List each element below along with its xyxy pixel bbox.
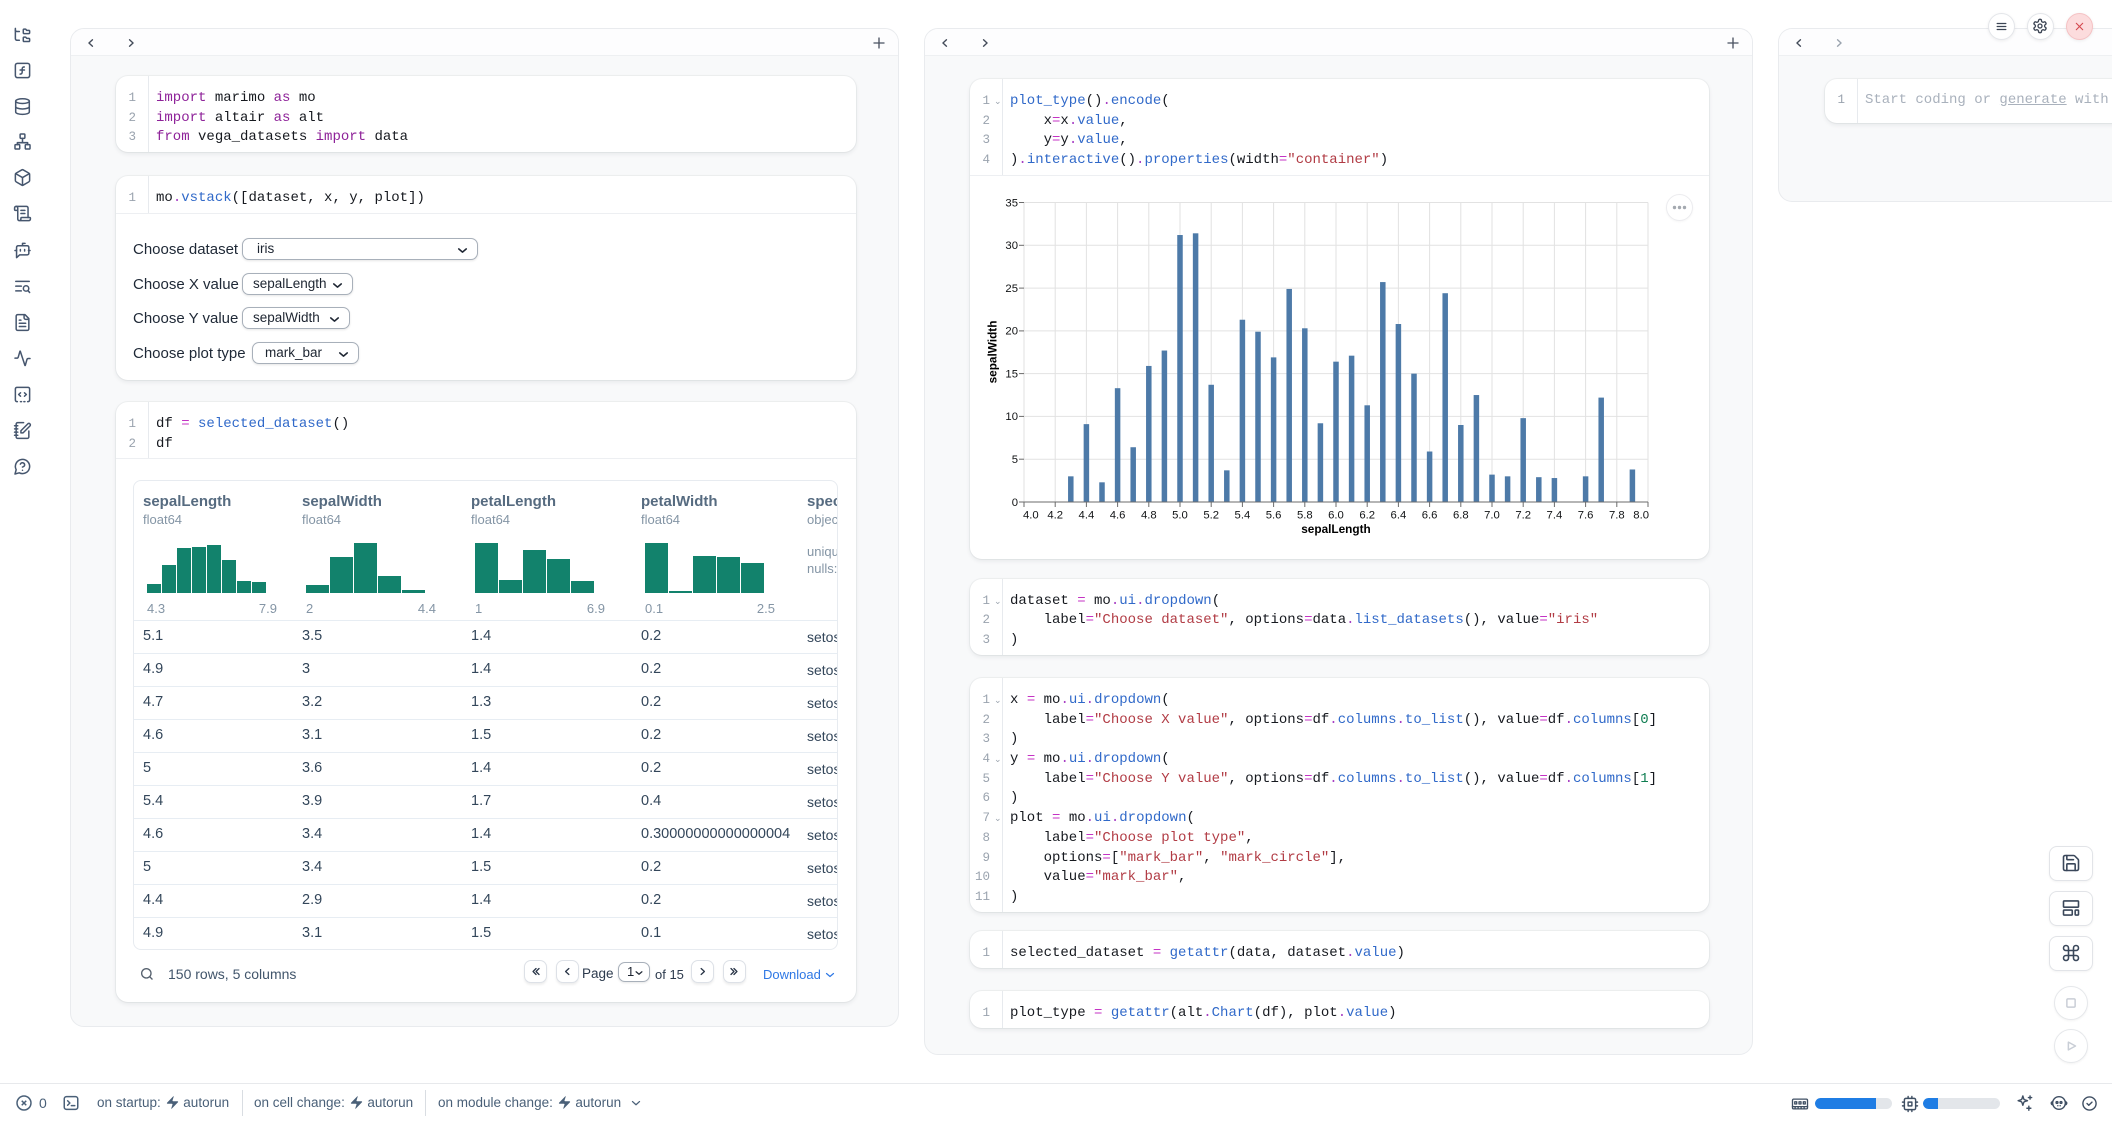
svg-text:6.6: 6.6 [1422,510,1438,522]
svg-text:5.6: 5.6 [1266,510,1282,522]
svg-text:5.0: 5.0 [1172,510,1188,522]
svg-text:5.2: 5.2 [1203,510,1219,522]
svg-text:4.6: 4.6 [1110,510,1126,522]
svg-text:sepalLength: sepalLength [1301,522,1370,536]
svg-text:10: 10 [1005,411,1018,423]
svg-text:25: 25 [1005,283,1018,295]
svg-text:4.8: 4.8 [1141,510,1157,522]
svg-text:6.4: 6.4 [1391,510,1407,522]
svg-text:4.0: 4.0 [1023,510,1039,522]
svg-text:6.2: 6.2 [1359,510,1375,522]
svg-text:35: 35 [1005,197,1018,209]
svg-text:15: 15 [1005,368,1018,380]
svg-text:30: 30 [1005,240,1018,252]
svg-text:sepalWidth: sepalWidth [986,321,1000,384]
svg-text:7.0: 7.0 [1484,510,1500,522]
svg-text:6.8: 6.8 [1453,510,1469,522]
svg-text:7.8: 7.8 [1609,510,1625,522]
svg-text:20: 20 [1005,326,1018,338]
svg-text:7.6: 7.6 [1578,510,1594,522]
svg-text:7.4: 7.4 [1547,510,1563,522]
svg-text:6.0: 6.0 [1328,510,1344,522]
svg-text:0: 0 [1012,497,1018,509]
svg-text:8.0: 8.0 [1633,510,1649,522]
svg-text:5: 5 [1012,454,1018,466]
svg-text:5.4: 5.4 [1235,510,1251,522]
svg-text:4.4: 4.4 [1079,510,1095,522]
svg-text:4.2: 4.2 [1047,510,1063,522]
svg-text:5.8: 5.8 [1297,510,1313,522]
svg-text:7.2: 7.2 [1515,510,1531,522]
